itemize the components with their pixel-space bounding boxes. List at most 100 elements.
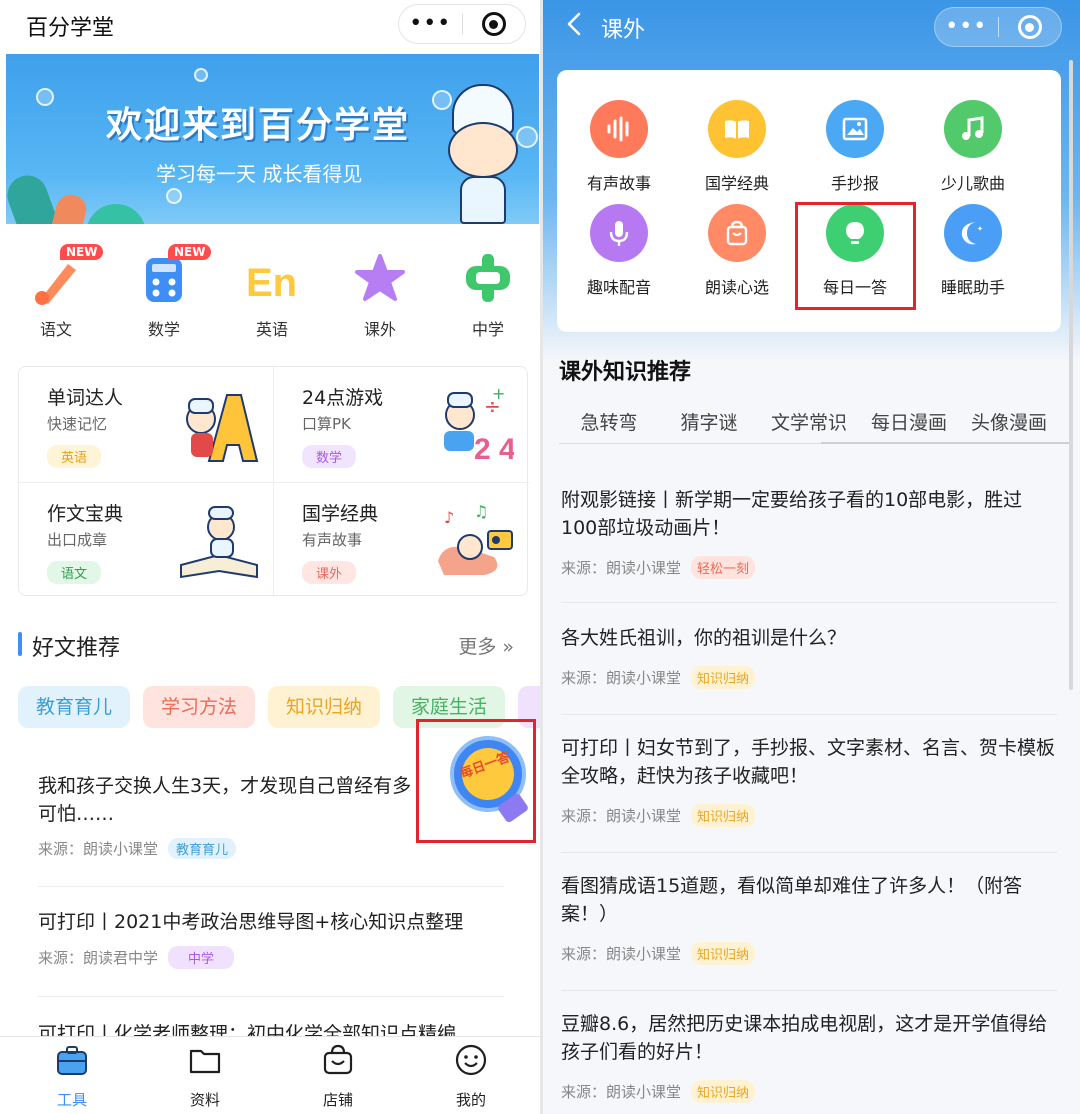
chip-knowledge[interactable]: 知识归纳 (268, 686, 380, 728)
microphone-icon (590, 204, 648, 262)
function-audio-story[interactable]: 有声故事 (569, 100, 669, 200)
tool-word-master[interactable]: 单词达人 快速记忆 英语 (19, 367, 273, 482)
article-meta: 来源：朗读小课堂 知识归纳 (561, 666, 1057, 689)
article-item[interactable]: 看图猜成语15道题，看似简单却难住了许多人！（附答案！） 来源：朗读小课堂 知识… (561, 872, 1057, 965)
function-label: 有声故事 (586, 174, 651, 193)
article-item[interactable]: 豆瓣8.6，居然把历史课本拍成电视剧，这才是开学值得给孩子们看的好片！ 来源：朗… (561, 1010, 1057, 1103)
tab-shop[interactable]: 店铺 (293, 1043, 383, 1109)
article-item[interactable]: 可打印丨妇女节到了，手抄报、文字素材、名言、贺卡模板全攻略，赶快为孩子收藏吧！ … (561, 734, 1057, 827)
article-tag: 知识归纳 (691, 666, 756, 689)
article-source: 来源：朗读小课堂 (38, 840, 159, 858)
smile-icon (455, 1044, 487, 1076)
tab-literature[interactable]: 文学常识 (759, 408, 859, 435)
article-tag: 知识归纳 (691, 942, 756, 965)
category-label: 语文 (39, 320, 72, 339)
bubble-decoration (166, 188, 182, 204)
tool-subtitle: 快速记忆 (47, 415, 108, 433)
article-source: 来源：朗读小课堂 (561, 945, 682, 963)
tab-brain-teaser[interactable]: 急转弯 (559, 408, 659, 435)
banner-subtitle: 学习每一天 成长看得见 (156, 162, 363, 186)
article-meta: 来源：朗读小课堂 知识归纳 (561, 1080, 1057, 1103)
article-source: 来源：朗读小课堂 (561, 1083, 682, 1101)
svg-text:♫: ♫ (474, 502, 488, 521)
tab-label: 工具 (56, 1091, 87, 1109)
function-sleep-helper[interactable]: 睡眠助手 (923, 204, 1023, 304)
more-link[interactable]: 更多 » (458, 632, 514, 659)
left-screen: 百分学堂 ••• 欢迎来到百分学堂 学习每一天 成长看得见 NEW 语文 NEW (0, 0, 540, 1114)
category-math[interactable]: NEW 数学 (116, 240, 212, 340)
tab-underline (821, 442, 1073, 444)
article-item[interactable]: 各大姓氏祖训，你的祖训是什么？ 来源：朗读小课堂 知识归纳 (561, 624, 1057, 689)
function-label: 朗读心选 (704, 278, 769, 297)
article-source: 来源：朗读小课堂 (561, 669, 682, 687)
highlight-box (416, 719, 536, 843)
star-icon (355, 254, 405, 301)
mascot-illustration (438, 84, 528, 224)
svg-text:♪: ♪ (444, 508, 454, 527)
open-book-illustration (180, 506, 258, 579)
chip-education[interactable]: 教育育儿 (18, 686, 130, 728)
function-handwritten-paper[interactable]: 手抄报 (805, 100, 905, 200)
divider (561, 714, 1057, 715)
function-classics[interactable]: 国学经典 (687, 100, 787, 200)
divider (38, 886, 504, 887)
tab-daily-comic[interactable]: 每日漫画 (859, 408, 959, 435)
tool-title: 24点游戏 (302, 387, 384, 409)
function-kids-songs[interactable]: 少儿歌曲 (923, 100, 1023, 200)
english-en-icon: En (246, 261, 297, 305)
article-title: 可打印丨妇女节到了，手抄报、文字素材、名言、贺卡模板全攻略，赶快为孩子收藏吧！ (561, 737, 1056, 787)
function-reading-picks[interactable]: 朗读心选 (687, 204, 787, 304)
tab-riddles[interactable]: 猜字谜 (659, 408, 759, 435)
article-title: 各大姓氏祖训，你的祖训是什么？ (561, 627, 847, 649)
welcome-banner[interactable]: 欢迎来到百分学堂 学习每一天 成长看得见 (6, 54, 539, 224)
svg-text:En: En (246, 261, 297, 305)
mini-program-capsule: ••• (398, 4, 526, 44)
article-tag: 中学 (168, 946, 235, 969)
divider (561, 990, 1057, 991)
knowledge-title: 课外知识推荐 (559, 360, 692, 385)
close-target-icon[interactable] (998, 15, 1061, 39)
tab-mine[interactable]: 我的 (426, 1043, 516, 1109)
article-tag: 轻松一刻 (691, 556, 756, 579)
tool-grid: 单词达人 快速记忆 英语 24点游戏 口算PK 数学 ÷ +2 4 作文宝典 出口… (18, 366, 529, 598)
category-chinese[interactable]: NEW 语文 (8, 240, 104, 340)
more-dots-icon[interactable]: ••• (399, 4, 462, 44)
tab-label: 我的 (455, 1091, 486, 1109)
toolbox-icon (57, 1046, 87, 1075)
article-item[interactable]: 可打印丨2021中考政治思维导图+核心知识点整理 来源：朗读君中学 中学 (38, 908, 504, 969)
more-dots-icon[interactable]: ••• (935, 7, 998, 47)
zhong-icon (466, 254, 510, 302)
tool-subtitle: 有声故事 (302, 531, 363, 549)
bubble-decoration (36, 88, 54, 106)
tool-composition[interactable]: 作文宝典 出口成章 语文 (19, 483, 273, 598)
shop-bag-icon (323, 1044, 353, 1075)
knowledge-tabs: 急转弯 猜字谜 文学常识 每日漫画 头像漫画 (559, 398, 1073, 444)
chip-study-method[interactable]: 学习方法 (143, 686, 255, 728)
banner-title: 欢迎来到百分学堂 (106, 105, 411, 146)
article-title: 豆瓣8.6，居然把历史课本拍成电视剧，这才是开学值得给孩子们看的好片！ (561, 1013, 1048, 1063)
category-label: 英语 (255, 320, 288, 339)
section-accent-bar (18, 632, 22, 656)
tool-24-points[interactable]: 24点游戏 口算PK 数学 ÷ +2 4 (274, 367, 528, 482)
tool-tag: 数学 (302, 445, 357, 468)
back-chevron-icon[interactable] (563, 12, 587, 36)
category-middle-school[interactable]: 中学 (440, 240, 530, 340)
article-tag: 知识归纳 (691, 804, 756, 827)
tool-tag: 语文 (47, 561, 102, 584)
article-title: 看图猜成语15道题，看似简单却难住了许多人！（附答案！） (561, 875, 1023, 925)
article-item[interactable]: 附观影链接丨新学期一定要给孩子看的10部电影，胜过100部垃圾动画片！ 来源：朗… (561, 486, 1057, 579)
tab-materials[interactable]: 资料 (160, 1043, 250, 1109)
category-extracurricular[interactable]: 课外 (332, 240, 422, 340)
tab-avatar-comic[interactable]: 头像漫画 (959, 408, 1059, 435)
function-dubbing[interactable]: 趣味配音 (569, 204, 669, 304)
category-english[interactable]: En 英语 (224, 240, 314, 340)
tool-subtitle: 出口成章 (47, 531, 108, 549)
scrollbar[interactable] (1069, 60, 1073, 690)
tab-tools[interactable]: 工具 (27, 1043, 117, 1109)
close-target-icon[interactable] (462, 12, 525, 36)
tool-classics[interactable]: 国学经典 有声故事 课外 ♪ ♫ (274, 483, 528, 598)
article-source: 来源：朗读小课堂 (561, 807, 682, 825)
letter-a-illustration (186, 394, 259, 462)
right-screen: 课外 ••• 有声故事 国学经典 手抄报 少儿歌曲 趣味配音 朗读心选 每日一答… (543, 0, 1080, 1114)
radio-music-illustration: ♪ ♫ (438, 502, 513, 575)
